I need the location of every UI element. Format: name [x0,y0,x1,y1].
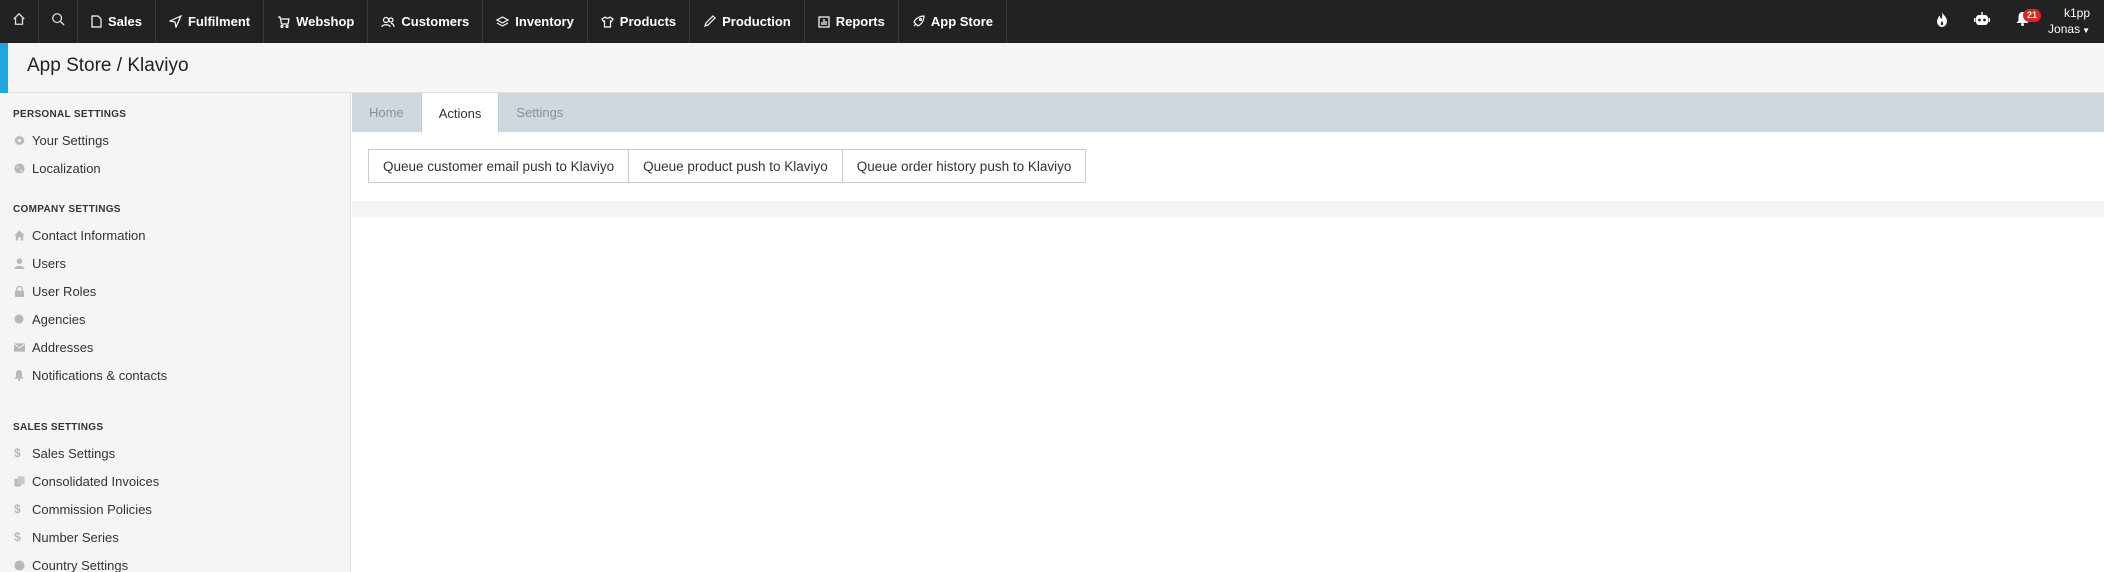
sidebar-item-commission-policies[interactable]: $ Commission Policies [0,495,350,523]
gear-icon [14,134,32,146]
hot-button[interactable] [1922,0,1962,43]
sidebar-item-label: Notifications & contacts [32,367,168,383]
dollar-icon: $ [14,446,21,460]
nav-sales[interactable]: Sales [78,0,156,43]
sidebar-item-label: Consolidated Invoices [32,473,160,489]
content-footer-strip [352,201,2104,217]
header-accent-bar [0,43,8,93]
globe-icon [14,559,32,571]
home-icon [12,12,26,31]
settings-sidebar: PERSONAL SETTINGS Your Settings Localiza… [0,93,351,572]
user-account-label: k1pp [2063,5,2090,20]
queue-order-history-push-button[interactable]: Queue order history push to Klaviyo [841,149,1087,183]
sidebar-item-label: Number Series [32,529,119,545]
nav-right-tools: 21 k1pp Jonas ▼ [1922,0,2104,43]
tab-home[interactable]: Home [352,93,421,132]
nav-fulfilment-label: Fulfilment [187,14,251,29]
layers-icon [496,15,510,28]
user-icon [14,257,32,269]
sidebar-item-localization[interactable]: Localization [0,154,350,182]
search-button[interactable] [39,0,78,43]
tab-settings[interactable]: Settings [499,93,580,132]
sidebar-item-label: Country Settings [32,557,129,572]
nav-customers-label: Customers [401,14,470,29]
queue-product-push-button[interactable]: Queue product push to Klaviyo [628,149,843,183]
sidebar-item-number-series[interactable]: $ Number Series [0,523,350,551]
circle-icon [14,314,32,324]
sidebar-item-label: Agencies [32,311,86,327]
envelope-icon [14,342,32,352]
sidebar-item-sales-settings[interactable]: $ Sales Settings [0,439,350,467]
user-name-label: Jonas [2048,21,2081,36]
nav-inventory[interactable]: Inventory [483,0,588,43]
dollar-icon: $ [14,502,21,516]
sidebar-item-country-settings[interactable]: Country Settings [0,551,350,572]
nav-webshop-label: Webshop [296,14,355,29]
lock-icon [14,285,32,297]
personal-settings-heading: PERSONAL SETTINGS [13,109,127,120]
tab-actions[interactable]: Actions [420,93,500,133]
search-icon [51,12,65,31]
sidebar-item-your-settings[interactable]: Your Settings [0,126,350,154]
dollar-icon: $ [14,530,21,544]
sidebar-item-users[interactable]: Users [0,249,350,277]
flame-icon [1936,11,1948,32]
home-icon [14,229,32,241]
sidebar-item-label: Addresses [32,339,94,355]
nav-app-store-label: App Store [930,14,993,29]
nav-customers[interactable]: Customers [368,0,484,43]
nav-products-label: Products [619,14,677,29]
sales-settings-heading: SALES SETTINGS [13,422,104,433]
document-icon [91,15,102,28]
pencil-icon [703,15,716,28]
nav-app-store[interactable]: App Store [899,0,1007,43]
nav-webshop[interactable]: Webshop [264,0,369,43]
top-navbar: Sales Fulfilment Webshop Customers Inven… [0,0,2104,43]
cart-icon [277,15,290,28]
sidebar-item-label: User Roles [32,283,97,299]
sidebar-item-label: Localization [32,160,101,176]
assistant-button[interactable] [1962,0,2002,43]
sidebar-item-label: Commission Policies [32,501,152,517]
notifications-button[interactable]: 21 [2002,0,2042,43]
actions-button-group: Queue customer email push to Klaviyo Que… [368,149,1087,183]
sidebar-item-consolidated-invoices[interactable]: Consolidated Invoices [0,467,350,495]
sidebar-item-contact-information[interactable]: Contact Information [0,221,350,249]
nav-reports-label: Reports [835,14,885,29]
nav-production-label: Production [722,14,791,29]
home-button[interactable] [0,0,39,43]
globe-icon [14,162,32,174]
sidebar-item-label: Your Settings [32,132,109,148]
sidebar-item-notifications-contacts[interactable]: Notifications & contacts [0,361,350,389]
nav-sales-label: Sales [108,14,142,29]
sidebar-item-label: Users [32,255,66,271]
notification-count-badge: 21 [2023,9,2042,22]
sidebar-item-label: Contact Information [32,227,146,243]
sidebar-item-user-roles[interactable]: User Roles [0,277,350,305]
page-title: App Store / Klaviyo [27,55,189,76]
shirt-icon [600,15,614,28]
tab-bar: Home Actions Settings [352,93,2104,133]
nav-inventory-label: Inventory [515,14,574,29]
queue-customer-email-push-button[interactable]: Queue customer email push to Klaviyo [368,149,630,183]
sidebar-item-label: Sales Settings [32,445,116,461]
users-icon [381,16,395,28]
rocket-icon [912,15,925,28]
user-menu[interactable]: k1pp Jonas ▼ [2042,0,2104,43]
nav-production[interactable]: Production [690,0,805,43]
paper-plane-icon [168,15,182,28]
page-header: App Store / Klaviyo [0,43,2104,93]
bar-chart-icon [818,15,830,28]
robot-icon [1974,12,1990,31]
documents-icon [14,475,32,487]
sidebar-item-agencies[interactable]: Agencies [0,305,350,333]
nav-products[interactable]: Products [588,0,691,43]
nav-reports[interactable]: Reports [805,0,899,43]
sidebar-item-addresses[interactable]: Addresses [0,333,350,361]
nav-fulfilment[interactable]: Fulfilment [156,0,265,43]
company-settings-heading: COMPANY SETTINGS [13,204,121,215]
bell-icon [14,369,32,381]
caret-down-icon: ▼ [2082,25,2090,35]
